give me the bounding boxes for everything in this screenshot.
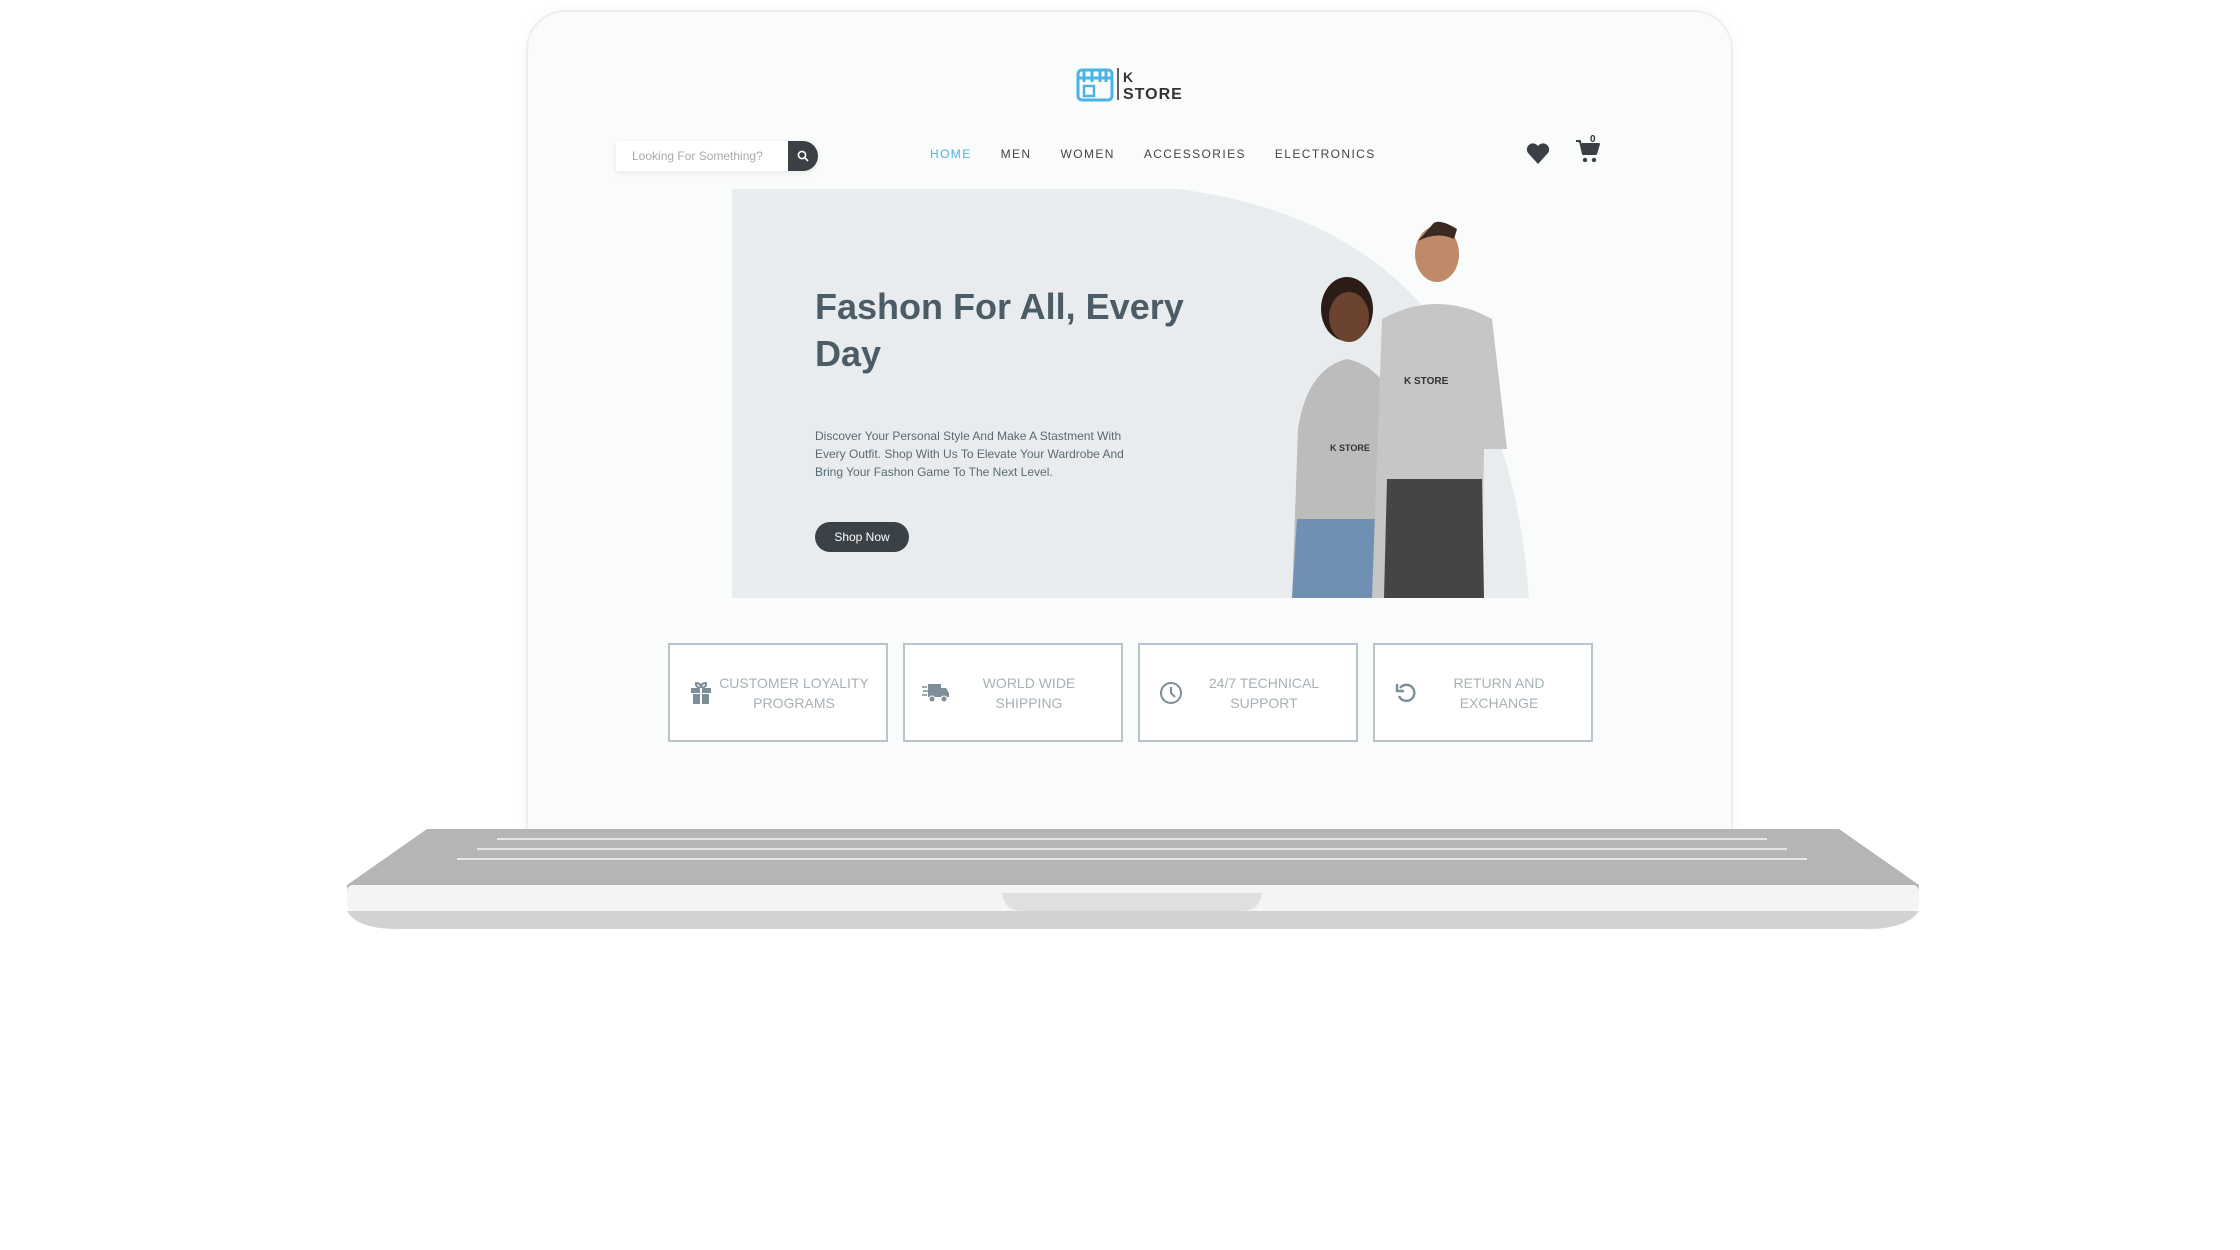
search-icon: [797, 150, 809, 162]
feature-label: CUSTOMER LOYALITY PROGRAMS: [719, 674, 869, 711]
heart-icon[interactable]: [1526, 143, 1550, 165]
clock-icon: [1160, 681, 1182, 704]
laptop-base: [347, 829, 1919, 929]
feature-card[interactable]: RETURN AND EXCHANGE: [1373, 643, 1593, 742]
cart-count-badge: 0: [1590, 134, 1596, 145]
svg-text:K STORE: K STORE: [1330, 443, 1370, 453]
nav-accessories[interactable]: ACCESSORIES: [1144, 147, 1246, 161]
undo-icon: [1395, 683, 1416, 702]
feature-label: RETURN AND EXCHANGE: [1453, 674, 1545, 711]
gift-icon: [691, 681, 711, 704]
truck-icon: [922, 683, 949, 702]
nav-women[interactable]: WOMEN: [1060, 147, 1114, 161]
search-button[interactable]: [788, 141, 818, 171]
feature-card[interactable]: CUSTOMER LOYALITY PROGRAMS: [668, 643, 888, 742]
hero-title: Fashon For All, Every Day: [815, 286, 1184, 374]
search-bar: [616, 141, 818, 171]
feature-card[interactable]: WORLD WIDE SHIPPING: [903, 643, 1123, 742]
nav-home[interactable]: HOME: [930, 147, 972, 161]
cart-icon[interactable]: [1575, 138, 1601, 164]
shop-now-button[interactable]: Shop Now: [815, 522, 909, 552]
search-input[interactable]: [616, 141, 788, 171]
hero-banner: K STORE K STORE Fashon For All, Every Da…: [732, 189, 1529, 598]
feature-card[interactable]: 24/7 TECHNICAL SUPPORT: [1138, 643, 1358, 742]
features-row: CUSTOMER LOYALITY PROGRAMS WORLD WIDE SH…: [668, 643, 1593, 742]
main-nav: HOME MEN WOMEN ACCESSORIES ELECTRONICS: [930, 147, 1376, 161]
svg-text:STORE: STORE: [1123, 86, 1183, 102]
hero-description: Discover Your Personal Style And Make A …: [815, 429, 1124, 479]
brand-logo[interactable]: K STORE: [1076, 66, 1186, 102]
feature-label: WORLD WIDE SHIPPING: [982, 674, 1076, 711]
laptop-screen: K STORE HOME MEN WOMEN ACCESSORIES ELECT…: [526, 10, 1733, 832]
feature-label: 24/7 TECHNICAL SUPPORT: [1208, 674, 1320, 711]
nav-men[interactable]: MEN: [1001, 147, 1032, 161]
svg-text:K STORE: K STORE: [1404, 376, 1449, 387]
nav-electronics[interactable]: ELECTRONICS: [1275, 147, 1376, 161]
svg-text:K: K: [1123, 69, 1133, 85]
